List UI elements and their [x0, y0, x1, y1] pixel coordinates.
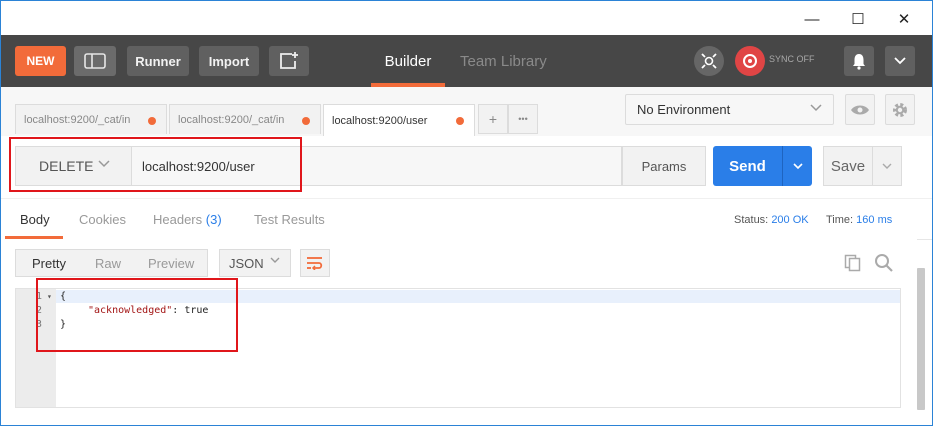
copy-icon: [844, 254, 861, 272]
send-button[interactable]: Send: [713, 146, 782, 186]
chevron-down-icon: [269, 256, 281, 268]
request-tab-active[interactable]: localhost:9200/user: [323, 104, 475, 136]
tab-headers[interactable]: Headers (3): [153, 212, 222, 227]
save-options-button[interactable]: [873, 146, 902, 186]
import-button[interactable]: Import: [199, 46, 259, 76]
request-tab[interactable]: localhost:9200/_cat/in: [15, 104, 167, 134]
wrap-lines-button[interactable]: [300, 249, 330, 277]
tab-builder[interactable]: Builder: [371, 35, 445, 87]
chevron-down-icon: [894, 57, 906, 65]
add-tab-button[interactable]: +: [478, 104, 508, 134]
eye-icon: [851, 105, 869, 114]
notifications-button[interactable]: [844, 46, 874, 76]
chevron-down-icon: [809, 102, 823, 116]
request-tab-label: localhost:9200/_cat/in: [24, 113, 131, 126]
status-value: 200 OK: [771, 214, 809, 226]
sync-icon: [743, 54, 757, 68]
toggle-sidebar-button[interactable]: [74, 46, 116, 76]
chevron-down-icon: [792, 163, 803, 170]
tab-test-results[interactable]: Test Results: [254, 212, 325, 227]
environment-select[interactable]: No Environment: [625, 94, 834, 125]
view-mode-segmented: Pretty Raw Preview: [15, 249, 208, 277]
settings-menu-button[interactable]: [885, 46, 915, 76]
maximize-button[interactable]: ☐: [835, 5, 881, 33]
minimize-icon: —: [804, 10, 820, 28]
unsaved-dot: [148, 117, 156, 125]
send-options-button[interactable]: [782, 146, 812, 186]
title-bar: — ☐ ✕: [1, 1, 932, 35]
interceptor-button[interactable]: [694, 46, 724, 76]
request-tab[interactable]: localhost:9200/_cat/in: [169, 104, 321, 134]
sync-button[interactable]: [735, 46, 765, 76]
wrap-icon: [307, 257, 323, 270]
new-button[interactable]: NEW: [15, 46, 66, 76]
unsaved-dot: [302, 117, 310, 125]
environment-quick-look-button[interactable]: [845, 94, 875, 125]
request-tab-label: localhost:9200/_cat/in: [178, 113, 285, 126]
minimize-button[interactable]: —: [789, 5, 835, 33]
highlight-box-response: [36, 278, 238, 352]
new-window-button[interactable]: [269, 46, 309, 76]
vertical-scrollbar[interactable]: [917, 268, 925, 410]
search-icon: [875, 254, 893, 272]
time-readout: Time: 160 ms: [826, 214, 892, 226]
save-button[interactable]: Save: [823, 146, 873, 186]
close-icon: ✕: [897, 11, 911, 28]
time-label: Time:: [826, 214, 854, 226]
request-tabs-row: localhost:9200/_cat/in localhost:9200/_c…: [1, 87, 932, 136]
tab-headers-label: Headers: [153, 212, 203, 227]
bell-icon: [853, 54, 865, 70]
response-tabs: Body Cookies Headers (3) Test Results St…: [1, 198, 932, 240]
sync-status-text: SYNC OFF: [769, 54, 815, 64]
headers-count: (3): [205, 212, 222, 227]
view-pretty-button[interactable]: Pretty: [32, 256, 66, 271]
interceptor-icon: [701, 53, 717, 69]
gear-icon: [893, 102, 907, 117]
chevron-down-icon: [882, 163, 892, 169]
time-value: 160 ms: [856, 214, 893, 226]
search-button[interactable]: [874, 253, 894, 278]
more-icon: •••: [518, 114, 528, 124]
more-tabs-button[interactable]: •••: [508, 104, 538, 134]
environment-select-value: No Environment: [637, 102, 731, 117]
copy-button[interactable]: [844, 254, 862, 277]
status-label: Status:: [734, 214, 769, 226]
close-window-button[interactable]: ✕: [881, 5, 927, 33]
new-window-icon: [280, 52, 298, 69]
manage-environments-button[interactable]: [885, 94, 915, 125]
tab-body[interactable]: Body: [20, 212, 50, 227]
plus-icon: +: [488, 111, 498, 127]
format-select[interactable]: JSON: [219, 249, 291, 277]
tab-team-library[interactable]: Team Library: [460, 35, 547, 87]
params-button[interactable]: Params: [622, 146, 706, 186]
runner-button[interactable]: Runner: [127, 46, 189, 76]
view-preview-button[interactable]: Preview: [148, 256, 194, 271]
request-tab-label: localhost:9200/user: [332, 114, 428, 127]
status-readout: Status: 200 OK: [734, 214, 809, 226]
format-select-value: JSON: [229, 255, 264, 271]
maximize-icon: ☐: [851, 11, 865, 28]
tab-cookies[interactable]: Cookies: [79, 212, 126, 227]
unsaved-dot: [456, 117, 464, 125]
main-toolbar: NEW Runner Import Builder Team Library S…: [1, 35, 932, 87]
view-raw-button[interactable]: Raw: [95, 256, 121, 271]
highlight-box-request: [9, 137, 302, 192]
sidebar-icon: [84, 53, 106, 69]
